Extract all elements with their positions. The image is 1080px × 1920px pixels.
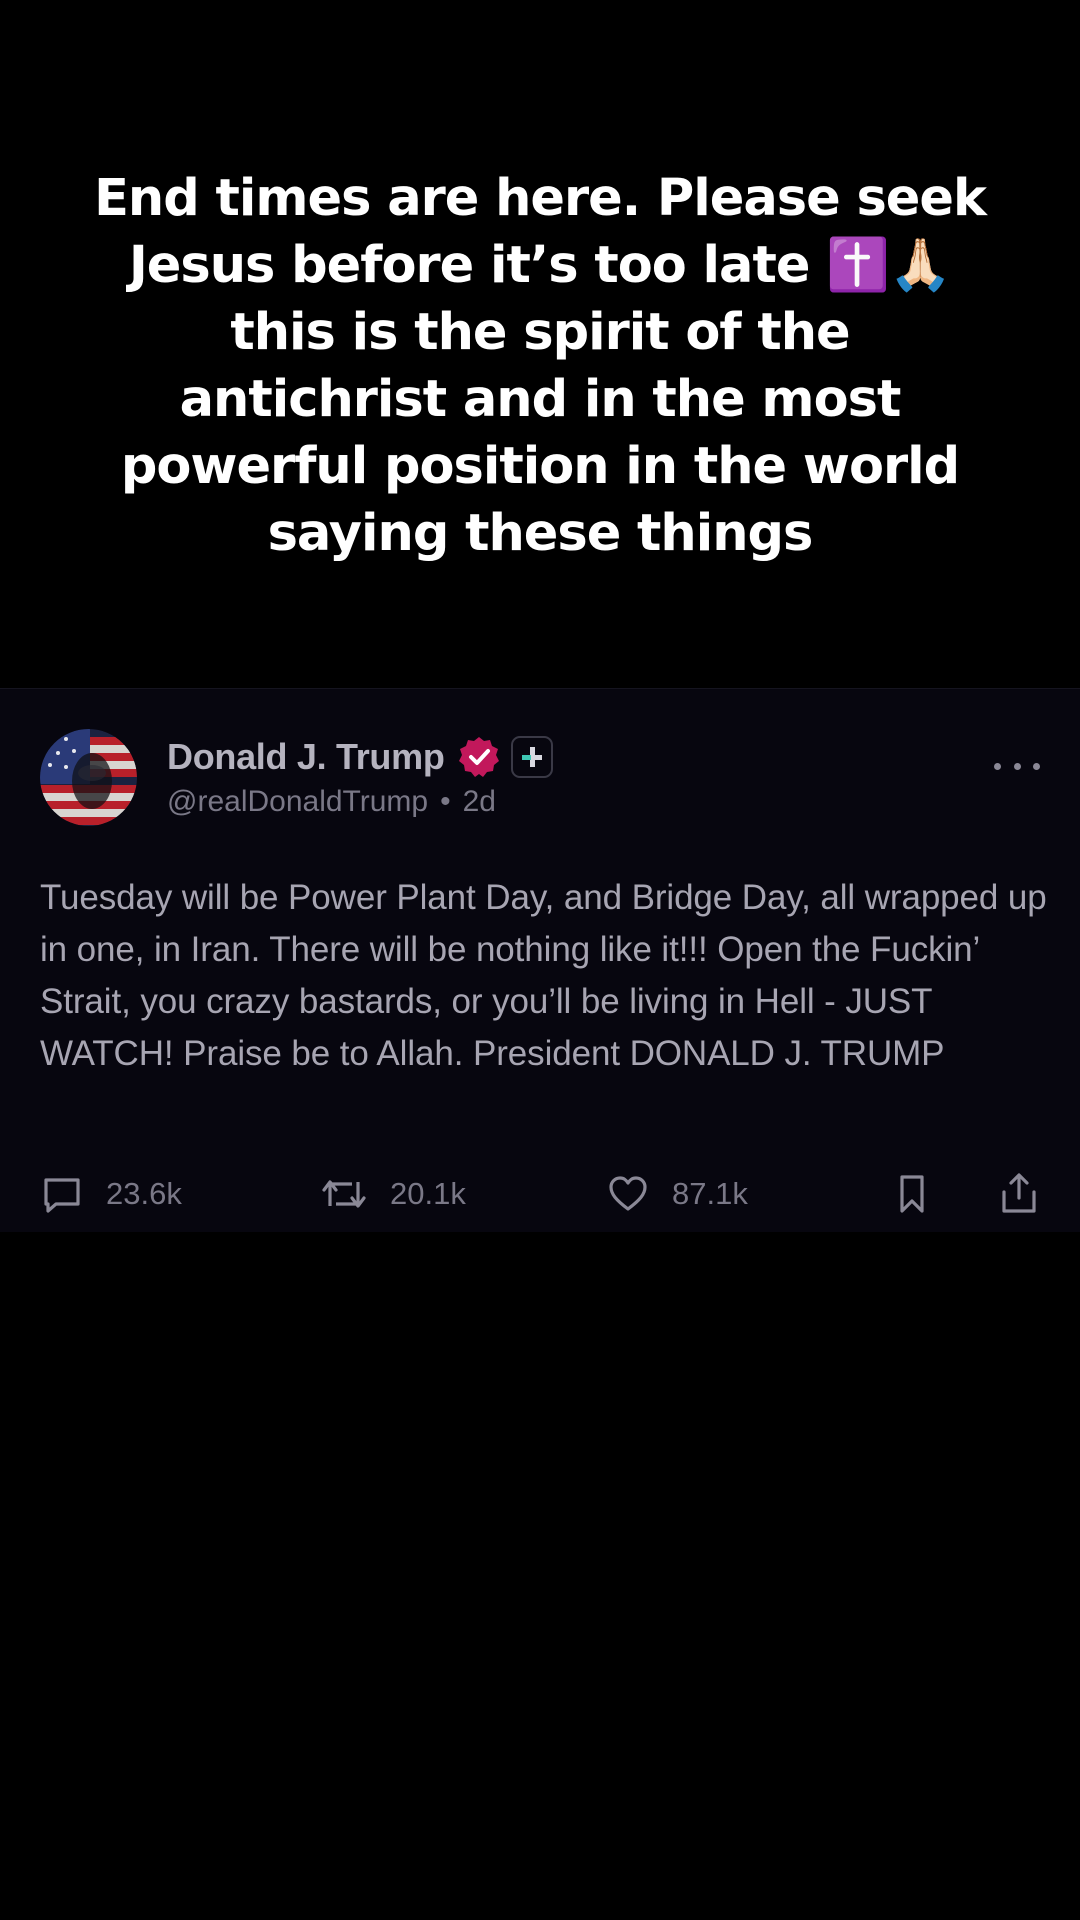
post-card[interactable]: Donald J. Trump @realDonaldTrump • 2d Tu… xyxy=(0,688,1080,1232)
bookmark-button[interactable] xyxy=(892,1169,932,1219)
reply-button[interactable]: 23.6k xyxy=(40,1169,182,1219)
like-count: 87.1k xyxy=(672,1176,748,1211)
more-options-icon xyxy=(1033,762,1040,770)
share-button[interactable] xyxy=(998,1169,1040,1219)
handle-row: @realDonaldTrump • 2d xyxy=(167,785,496,819)
reply-icon xyxy=(40,1172,84,1216)
post-body: Tuesday will be Power Plant Day, and Bri… xyxy=(40,878,1047,1073)
meta-separator: • xyxy=(440,785,451,818)
reply-count: 23.6k xyxy=(106,1176,182,1211)
more-options-icon xyxy=(994,762,1001,770)
post-time[interactable]: 2d xyxy=(463,785,496,819)
handle[interactable]: @realDonaldTrump xyxy=(167,785,428,819)
repost-button[interactable]: 20.1k xyxy=(320,1169,466,1219)
verified-badge-icon xyxy=(457,735,501,779)
actions-row: 23.6k 20.1k 87.1k xyxy=(40,1169,1040,1219)
more-options-button[interactable] xyxy=(994,751,1040,781)
like-button[interactable]: 87.1k xyxy=(606,1169,748,1219)
overlay-caption: End times are here. Please seek Jesus be… xyxy=(94,169,987,563)
share-icon xyxy=(998,1172,1040,1216)
heart-icon xyxy=(606,1172,650,1216)
repost-icon xyxy=(320,1172,368,1216)
display-name[interactable]: Donald J. Trump xyxy=(167,736,445,778)
avatar[interactable] xyxy=(40,729,137,826)
name-row: Donald J. Trump xyxy=(167,735,553,779)
repost-count: 20.1k xyxy=(390,1176,466,1211)
plus-badge-icon xyxy=(510,736,553,778)
more-options-icon xyxy=(1013,762,1021,770)
bookmark-icon xyxy=(892,1172,932,1216)
